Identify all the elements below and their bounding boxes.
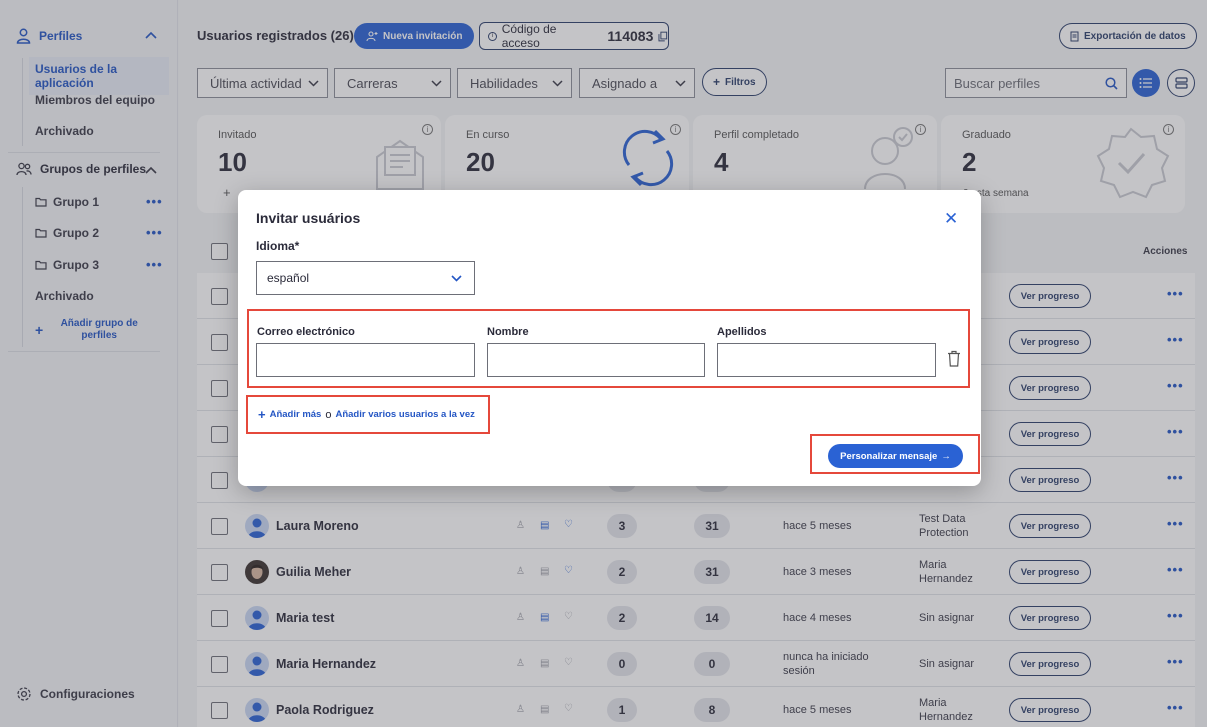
arrow-right-icon: → (941, 450, 951, 462)
email-field[interactable] (256, 343, 475, 377)
language-label: Idioma* (256, 239, 300, 253)
customize-message-button[interactable]: Personalizar mensaje → (828, 444, 963, 468)
trash-icon[interactable] (947, 350, 961, 367)
app-root: Perfiles Usuarios de la aplicación Miemb… (0, 0, 1207, 727)
customize-message-label: Personalizar mensaje (840, 450, 938, 462)
language-select[interactable]: español (256, 261, 475, 295)
modal-title: Invitar usuários (256, 210, 361, 226)
or-text: o (325, 408, 332, 421)
add-users-links: + Añadir más o Añadir varios usuarios a … (258, 407, 475, 422)
last-name-label: Apellidos (717, 326, 767, 338)
email-label: Correo electrónico (257, 326, 355, 338)
add-bulk-link[interactable]: Añadir varios usuarios a la vez (335, 409, 474, 420)
plus-icon: + (258, 407, 266, 422)
last-name-field[interactable] (717, 343, 936, 377)
chevron-down-icon (451, 274, 462, 282)
language-value: español (267, 271, 310, 285)
first-name-label: Nombre (487, 326, 529, 338)
first-name-field[interactable] (487, 343, 705, 377)
invite-users-modal: Invitar usuários ✕ Idioma* español Corre… (238, 190, 981, 486)
add-more-link[interactable]: Añadir más (270, 409, 322, 420)
close-icon[interactable]: ✕ (944, 210, 958, 227)
